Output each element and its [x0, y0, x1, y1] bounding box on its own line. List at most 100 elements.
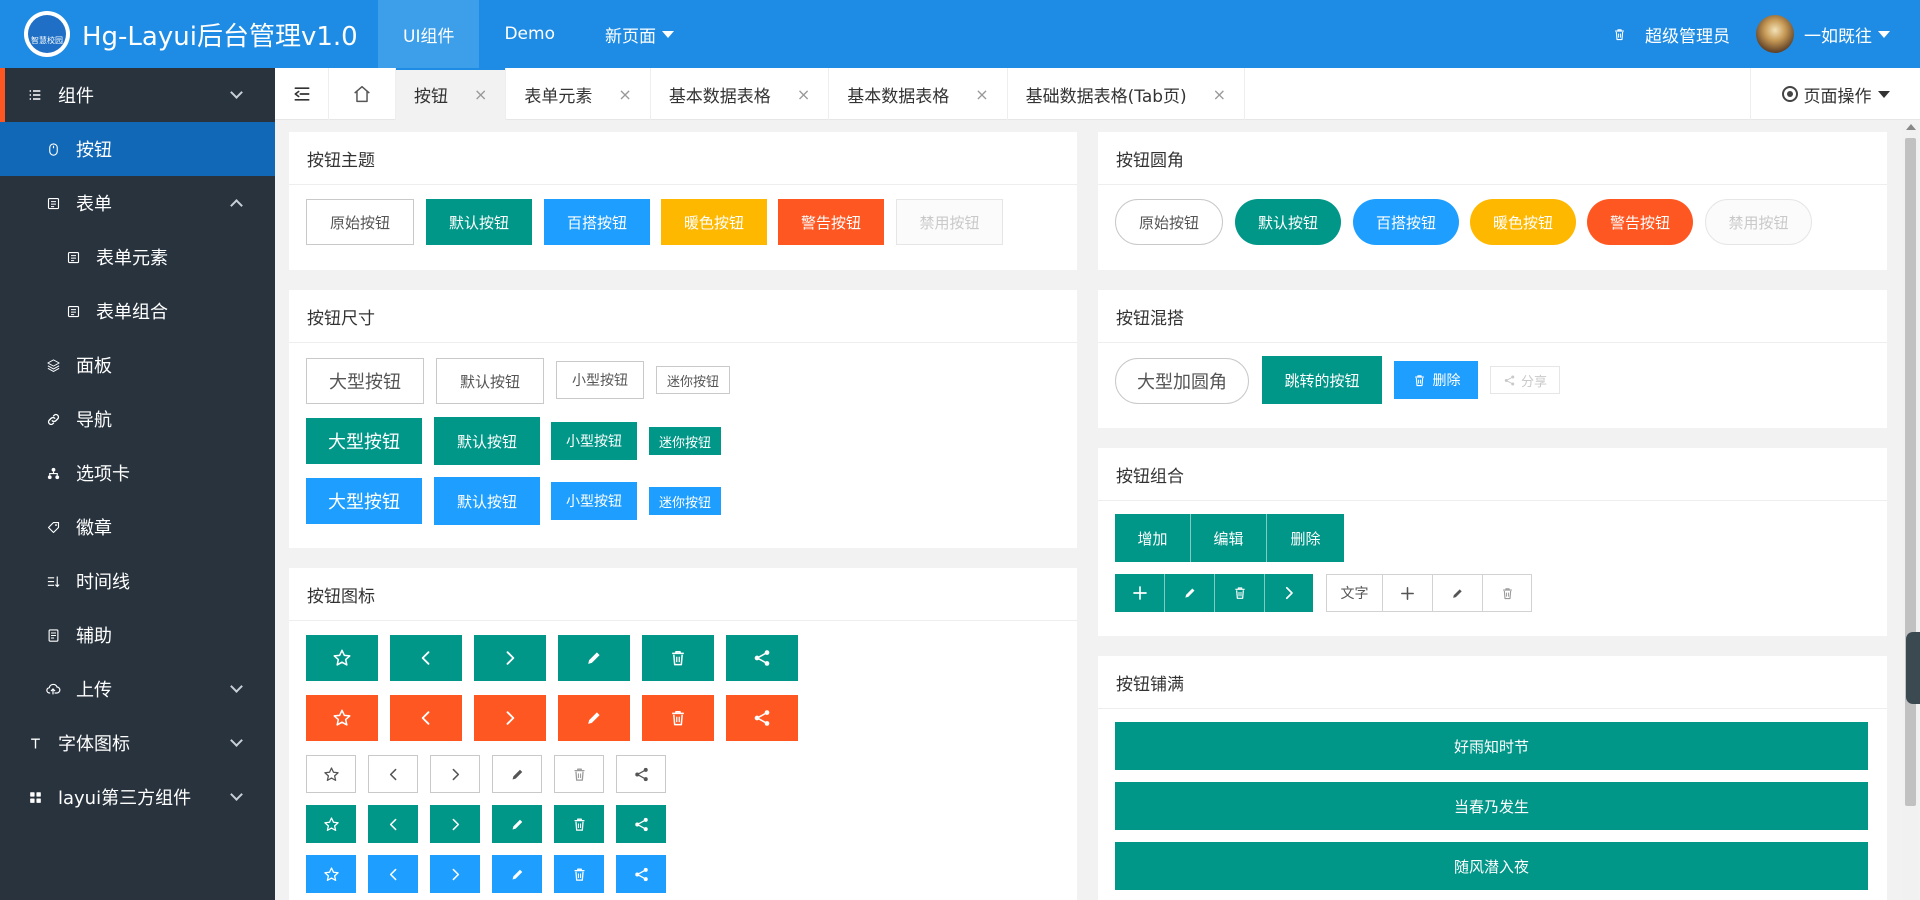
danger-round-button[interactable]: 警告按钮 [1587, 199, 1693, 245]
admin-label[interactable]: 超级管理员 [1645, 22, 1730, 47]
sidebar-item-form[interactable]: 表单 [0, 176, 275, 230]
small-normal-button[interactable]: 小型按钮 [551, 482, 637, 520]
edit-icon[interactable] [1165, 574, 1215, 612]
default-button[interactable]: 默认按钮 [426, 199, 532, 245]
warm-round-button[interactable]: 暖色按钮 [1470, 199, 1576, 245]
icon-button-star[interactable] [306, 695, 378, 741]
tab-basic-table-2[interactable]: 基本数据表格 × [829, 68, 1008, 120]
sidebar-item-nav[interactable]: 导航 [0, 392, 275, 446]
menu-fold-icon[interactable] [275, 68, 329, 120]
sidebar-item-tabs[interactable]: 选项卡 [0, 446, 275, 500]
large-round-button[interactable]: 大型加圆角 [1115, 358, 1249, 404]
sidebar-item-font-icons[interactable]: 字体图标 [0, 716, 275, 770]
sidebar-item-panel[interactable]: 面板 [0, 338, 275, 392]
icon-button-chevron-right[interactable] [430, 855, 480, 893]
mini-default-button[interactable]: 迷你按钮 [649, 427, 721, 455]
icon-button-chevron-right[interactable] [474, 695, 546, 741]
close-icon[interactable]: × [1213, 85, 1226, 104]
delete-button[interactable]: 删除 [1394, 361, 1478, 399]
icon-button-chevron-left[interactable] [390, 695, 462, 741]
close-icon[interactable]: × [797, 85, 810, 104]
icon-button-edit[interactable] [492, 855, 542, 893]
sidebar-item-timeline[interactable]: 时间线 [0, 554, 275, 608]
scrollbar-thumb[interactable] [1905, 138, 1916, 806]
icon-button-chevron-left[interactable] [368, 855, 418, 893]
icon-button-chevron-right[interactable] [430, 805, 480, 843]
logo[interactable]: 智慧校园 Hg-Layui后台管理v1.0 [0, 0, 378, 68]
icon-button-chevron-right[interactable] [474, 635, 546, 681]
plus-icon[interactable] [1383, 575, 1433, 611]
icon-button-edit[interactable] [558, 695, 630, 741]
icon-button-chevron-left[interactable] [390, 635, 462, 681]
sidebar-item-components[interactable]: 组件 [0, 68, 275, 122]
icon-button-chevron-right[interactable] [430, 755, 480, 793]
tab-basic-table-tabpage[interactable]: 基础数据表格(Tab页) × [1008, 68, 1246, 120]
trash-icon[interactable] [1215, 574, 1265, 612]
tab-buttons[interactable]: 按钮 × [396, 68, 507, 120]
sidebar-item-form-elements[interactable]: 表单元素 [0, 230, 275, 284]
sidebar-item-buttons[interactable]: 按钮 [0, 122, 275, 176]
default-normal-button[interactable]: 默认按钮 [434, 477, 540, 525]
tab-basic-table[interactable]: 基本数据表格 × [651, 68, 830, 120]
trash-icon[interactable] [1612, 27, 1627, 42]
icon-button-edit[interactable] [492, 755, 542, 793]
large-normal-button[interactable]: 大型按钮 [306, 478, 422, 524]
side-widget-handle[interactable] [1906, 632, 1920, 704]
icon-button-share[interactable] [726, 695, 798, 741]
sidebar-item-auxiliary[interactable]: 辅助 [0, 608, 275, 662]
top-nav-new-page[interactable]: 新页面 [580, 0, 699, 68]
delete-button[interactable]: 删除 [1267, 514, 1344, 562]
icon-button-star[interactable] [306, 855, 356, 893]
trash-icon[interactable] [1483, 575, 1531, 611]
close-icon[interactable]: × [474, 85, 487, 104]
large-primary-button[interactable]: 大型按钮 [306, 358, 424, 404]
icon-button-edit[interactable] [558, 635, 630, 681]
small-default-button[interactable]: 小型按钮 [551, 422, 637, 460]
fluid-button-3[interactable]: 随风潜入夜 [1115, 842, 1868, 890]
close-icon[interactable]: × [618, 85, 631, 104]
plus-icon[interactable] [1115, 574, 1165, 612]
mini-primary-button[interactable]: 迷你按钮 [656, 366, 730, 394]
normal-button[interactable]: 百搭按钮 [544, 199, 650, 245]
icon-button-share[interactable] [616, 855, 666, 893]
icon-button-share[interactable] [616, 805, 666, 843]
sidebar-item-third-party[interactable]: layui第三方组件 [0, 770, 275, 824]
top-nav-ui-components[interactable]: UI组件 [378, 0, 480, 68]
user-menu[interactable]: 一如既往 [1804, 22, 1890, 47]
icon-button-trash[interactable] [554, 805, 604, 843]
jump-button[interactable]: 跳转的按钮 [1262, 356, 1382, 404]
icon-button-trash[interactable] [642, 635, 714, 681]
fluid-button-1[interactable]: 好雨知时节 [1115, 722, 1868, 770]
icon-button-trash[interactable] [554, 855, 604, 893]
home-icon[interactable] [329, 68, 396, 120]
icon-button-chevron-left[interactable] [368, 805, 418, 843]
mini-normal-button[interactable]: 迷你按钮 [649, 487, 721, 515]
chevron-right-icon[interactable] [1265, 574, 1313, 612]
scroll-up-arrow-icon[interactable] [1906, 124, 1916, 130]
page-operations-button[interactable]: 页面操作 [1750, 68, 1920, 120]
default-primary-button[interactable]: 默认按钮 [436, 358, 544, 404]
icon-button-share[interactable] [726, 635, 798, 681]
icon-button-share[interactable] [616, 755, 666, 793]
icon-button-trash[interactable] [642, 695, 714, 741]
icon-button-trash[interactable] [554, 755, 604, 793]
primary-round-button[interactable]: 原始按钮 [1115, 199, 1223, 245]
icon-button-chevron-left[interactable] [368, 755, 418, 793]
icon-button-star[interactable] [306, 635, 378, 681]
icon-button-edit[interactable] [492, 805, 542, 843]
warm-button[interactable]: 暖色按钮 [661, 199, 767, 245]
danger-button[interactable]: 警告按钮 [778, 199, 884, 245]
text-button[interactable]: 文字 [1327, 575, 1383, 611]
default-default-button[interactable]: 默认按钮 [434, 417, 540, 465]
small-primary-button[interactable]: 小型按钮 [556, 361, 644, 399]
edit-icon[interactable] [1433, 575, 1483, 611]
close-icon[interactable]: × [975, 85, 988, 104]
sidebar-item-upload[interactable]: 上传 [0, 662, 275, 716]
add-button[interactable]: 增加 [1115, 514, 1191, 562]
large-default-button[interactable]: 大型按钮 [306, 418, 422, 464]
edit-button[interactable]: 编辑 [1191, 514, 1267, 562]
top-nav-demo[interactable]: Demo [479, 0, 580, 68]
sidebar-item-badge[interactable]: 徽章 [0, 500, 275, 554]
icon-button-star[interactable] [306, 805, 356, 843]
primary-button[interactable]: 原始按钮 [306, 199, 414, 245]
